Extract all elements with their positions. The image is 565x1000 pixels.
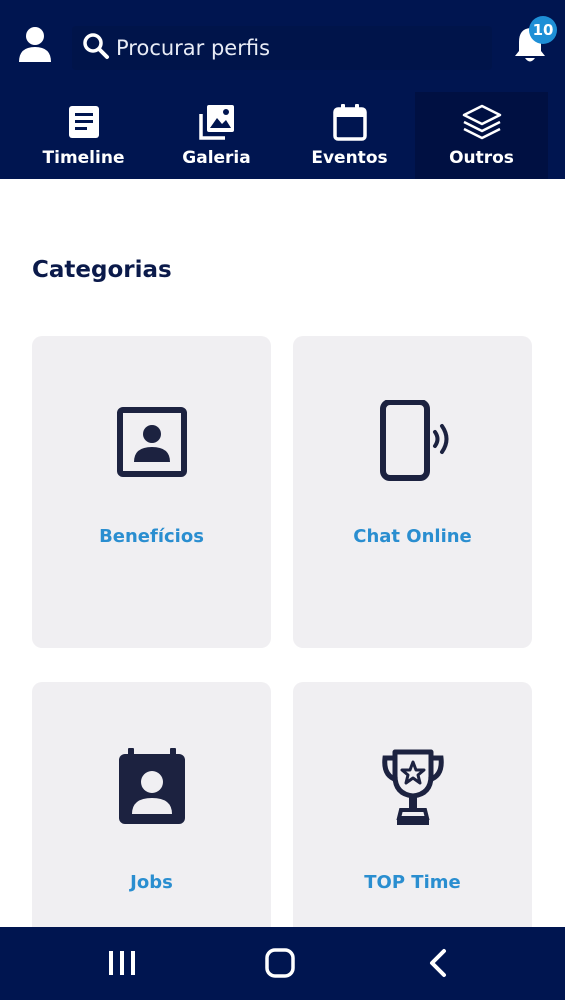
section-title: Categorias bbox=[32, 257, 172, 283]
tab-galeria[interactable]: Galeria bbox=[150, 92, 283, 179]
tab-eventos[interactable]: Eventos bbox=[283, 92, 416, 179]
home-icon bbox=[265, 948, 295, 978]
recent-apps-icon bbox=[109, 951, 135, 975]
tab-outros[interactable]: Outros bbox=[415, 92, 548, 179]
back-button[interactable] bbox=[408, 943, 468, 983]
tab-label: Galeria bbox=[182, 148, 251, 168]
system-navigation-bar bbox=[0, 927, 565, 1000]
badge-person-icon bbox=[118, 748, 185, 824]
search-icon bbox=[83, 33, 109, 59]
trophy-icon bbox=[381, 749, 444, 825]
phone-signal-icon bbox=[379, 400, 448, 481]
top-bar: 10 bbox=[0, 0, 565, 92]
card-jobs[interactable]: Jobs bbox=[32, 682, 271, 927]
card-label: TOP Time bbox=[364, 872, 461, 893]
tab-label: Eventos bbox=[311, 148, 388, 168]
search-input[interactable] bbox=[116, 30, 476, 66]
tab-label: Outros bbox=[449, 148, 514, 168]
calendar-icon bbox=[332, 104, 367, 141]
card-label: Benefícios bbox=[99, 526, 204, 547]
gallery-icon bbox=[198, 105, 234, 140]
person-icon bbox=[19, 27, 51, 62]
app-header: 10 Timeline Galeria bbox=[0, 0, 565, 179]
profile-button[interactable] bbox=[16, 24, 54, 64]
main-content: Categorias Benefícios Chat Online Jobs T… bbox=[0, 179, 565, 927]
home-button[interactable] bbox=[250, 943, 310, 983]
card-beneficios[interactable]: Benefícios bbox=[32, 336, 271, 648]
tab-bar: Timeline Galeria Eventos Outros bbox=[0, 92, 565, 179]
profile-card-icon bbox=[116, 407, 187, 477]
document-icon bbox=[68, 106, 99, 138]
tab-label: Timeline bbox=[42, 148, 125, 168]
card-chat-online[interactable]: Chat Online bbox=[293, 336, 532, 648]
card-label: Chat Online bbox=[353, 526, 472, 547]
notification-count-badge: 10 bbox=[529, 16, 557, 44]
back-icon bbox=[430, 949, 446, 977]
layers-icon bbox=[462, 104, 501, 140]
card-label: Jobs bbox=[130, 872, 173, 893]
card-top-time[interactable]: TOP Time bbox=[293, 682, 532, 927]
recent-apps-button[interactable] bbox=[92, 943, 152, 983]
tab-timeline[interactable]: Timeline bbox=[17, 92, 150, 179]
search-bar bbox=[72, 26, 492, 70]
